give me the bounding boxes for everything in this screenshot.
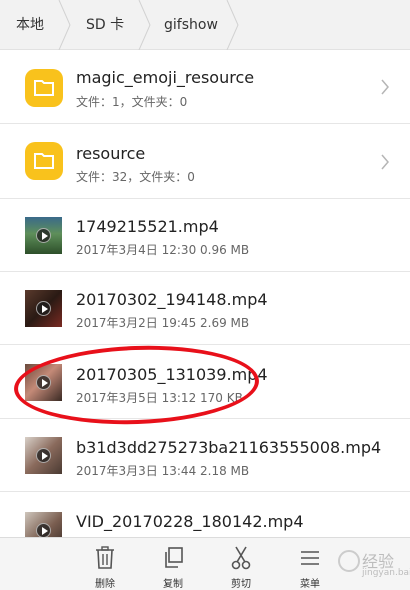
list-item-video[interactable]: b31d3dd275273ba21163555008.mp4 2017年3月3日… — [0, 419, 410, 492]
list-item-folder[interactable]: magic_emoji_resource 文件：1，文件夹：0 — [0, 50, 410, 124]
video-thumbnail — [25, 512, 62, 537]
watermark: 经验 jingyan.baidu.com — [338, 544, 410, 584]
copy-icon — [165, 547, 183, 568]
cut-button[interactable]: 剪切 — [211, 538, 271, 590]
trash-icon — [96, 546, 114, 569]
menu-icon — [301, 551, 319, 565]
watermark-subtext: jingyan.baidu.com — [362, 568, 410, 578]
folder-icon — [25, 142, 63, 180]
copy-button[interactable]: 复制 — [143, 538, 203, 590]
file-name: b31d3dd275273ba21163555008.mp4 — [76, 438, 382, 457]
breadcrumb-item-gifshow[interactable]: gifshow — [164, 0, 218, 50]
play-icon — [36, 228, 51, 243]
breadcrumb-separator-icon — [58, 0, 71, 50]
list-item-video[interactable]: VID_20170228_180142.mp4 — [0, 492, 410, 537]
list-item-video[interactable]: 20170302_194148.mp4 2017年3月2日 19:45 2.69… — [0, 272, 410, 345]
chevron-right-icon — [381, 79, 389, 95]
file-name: 1749215521.mp4 — [76, 217, 219, 236]
video-thumbnail — [25, 217, 62, 254]
file-meta: 2017年3月3日 13:44 2.18 MB — [76, 464, 250, 478]
file-meta: 文件：32，文件夹：0 — [76, 170, 195, 184]
breadcrumb-item-sdcard[interactable]: SD 卡 — [86, 0, 124, 50]
menu-button[interactable]: 菜单 — [280, 538, 340, 590]
folder-icon — [25, 69, 63, 107]
paw-logo-icon — [338, 550, 360, 572]
file-list: magic_emoji_resource 文件：1，文件夹：0 resource… — [0, 50, 410, 537]
delete-button[interactable]: 删除 — [75, 538, 135, 590]
breadcrumb-separator-icon — [138, 0, 151, 50]
breadcrumb: 本地 SD 卡 gifshow — [0, 0, 410, 50]
chevron-right-icon — [381, 154, 389, 170]
file-name: magic_emoji_resource — [76, 68, 255, 87]
file-name: resource — [76, 144, 146, 163]
list-item-folder[interactable]: resource 文件：32，文件夹：0 — [0, 124, 410, 199]
file-meta: 2017年3月4日 12:30 0.96 MB — [76, 243, 250, 257]
copy-label: 复制 — [163, 579, 183, 590]
video-thumbnail — [25, 290, 62, 327]
video-thumbnail — [25, 437, 62, 474]
play-icon — [36, 448, 51, 463]
play-icon — [36, 523, 51, 537]
play-icon — [36, 301, 51, 316]
list-item-video[interactable]: 1749215521.mp4 2017年3月4日 12:30 0.96 MB — [0, 199, 410, 272]
menu-label: 菜单 — [300, 579, 320, 590]
delete-label: 删除 — [95, 579, 115, 590]
file-meta: 文件：1，文件夹：0 — [76, 95, 188, 109]
file-name: VID_20170228_180142.mp4 — [76, 512, 304, 531]
scissors-icon — [231, 546, 251, 570]
file-meta: 2017年3月2日 19:45 2.69 MB — [76, 316, 250, 330]
cut-label: 剪切 — [231, 579, 251, 590]
breadcrumb-item-local[interactable]: 本地 — [16, 0, 44, 50]
file-name: 20170302_194148.mp4 — [76, 290, 268, 309]
breadcrumb-separator-icon — [226, 0, 239, 50]
